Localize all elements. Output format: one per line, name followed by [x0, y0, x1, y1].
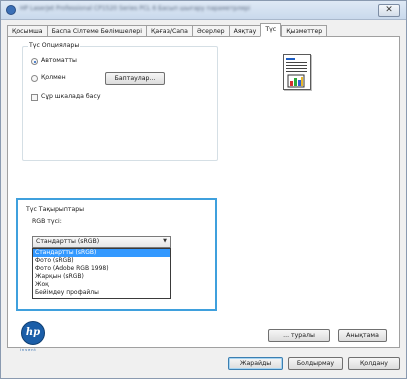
dropdown-selected-value: Стандартты (sRGB) — [36, 238, 100, 245]
color-options-legend: Түс Опциялары — [28, 42, 81, 49]
apply-button[interactable]: Қолдану — [348, 357, 400, 370]
automatic-radio[interactable] — [31, 58, 38, 65]
page-preview-image — [283, 54, 311, 90]
rgb-color-dropdown[interactable]: Стандартты (sRGB) ▼ — [32, 236, 171, 248]
option-photo-srgb[interactable]: Фото (sRGB) — [33, 257, 170, 265]
color-themes-legend: Түс Тақырыптары — [26, 206, 85, 213]
cancel-button[interactable]: Болдырмау — [288, 357, 343, 370]
document-preview-icon — [286, 58, 307, 88]
grayscale-checkbox[interactable] — [31, 94, 38, 101]
printer-properties-dialog: HP LaserJet Professional CP1520 Series P… — [0, 0, 407, 379]
option-standard-srgb[interactable]: Стандартты (sRGB) — [33, 249, 170, 257]
settings-button[interactable]: Баптаулар... — [105, 72, 165, 85]
about-button[interactable]: ... туралы — [268, 329, 330, 342]
ok-button[interactable]: Жарайды — [228, 357, 283, 370]
tab-color[interactable]: Түс — [260, 23, 282, 37]
option-photo-adobe-rgb[interactable]: Фото (Adobe RGB 1998) — [33, 265, 170, 273]
manual-radio[interactable] — [31, 75, 38, 82]
option-custom-profile[interactable]: Бейімдеу профайлы — [33, 289, 170, 297]
grayscale-label[interactable]: Сұр шкалада басу — [41, 93, 101, 100]
title-bar: HP LaserJet Professional CP1520 Series P… — [1, 1, 406, 20]
manual-label[interactable]: Қолмен — [41, 74, 66, 81]
chevron-down-icon[interactable]: ▼ — [163, 238, 167, 244]
hp-logo: hp — [21, 321, 45, 345]
rgb-color-options-list[interactable]: Стандартты (sRGB) Фото (sRGB) Фото (Adob… — [32, 248, 171, 299]
help-button[interactable]: Анықтама — [338, 329, 387, 342]
close-button[interactable]: ✕ — [378, 4, 400, 17]
window-title: HP LaserJet Professional CP1520 Series P… — [20, 5, 251, 12]
rgb-color-label: RGB түсі: — [32, 218, 62, 225]
option-vivid-srgb[interactable]: Жарқын (sRGB) — [33, 273, 170, 281]
hp-tagline: invent — [20, 348, 37, 352]
automatic-label[interactable]: Автоматты — [41, 57, 77, 64]
option-none[interactable]: Жоқ — [33, 281, 170, 289]
printer-app-icon — [6, 5, 16, 15]
